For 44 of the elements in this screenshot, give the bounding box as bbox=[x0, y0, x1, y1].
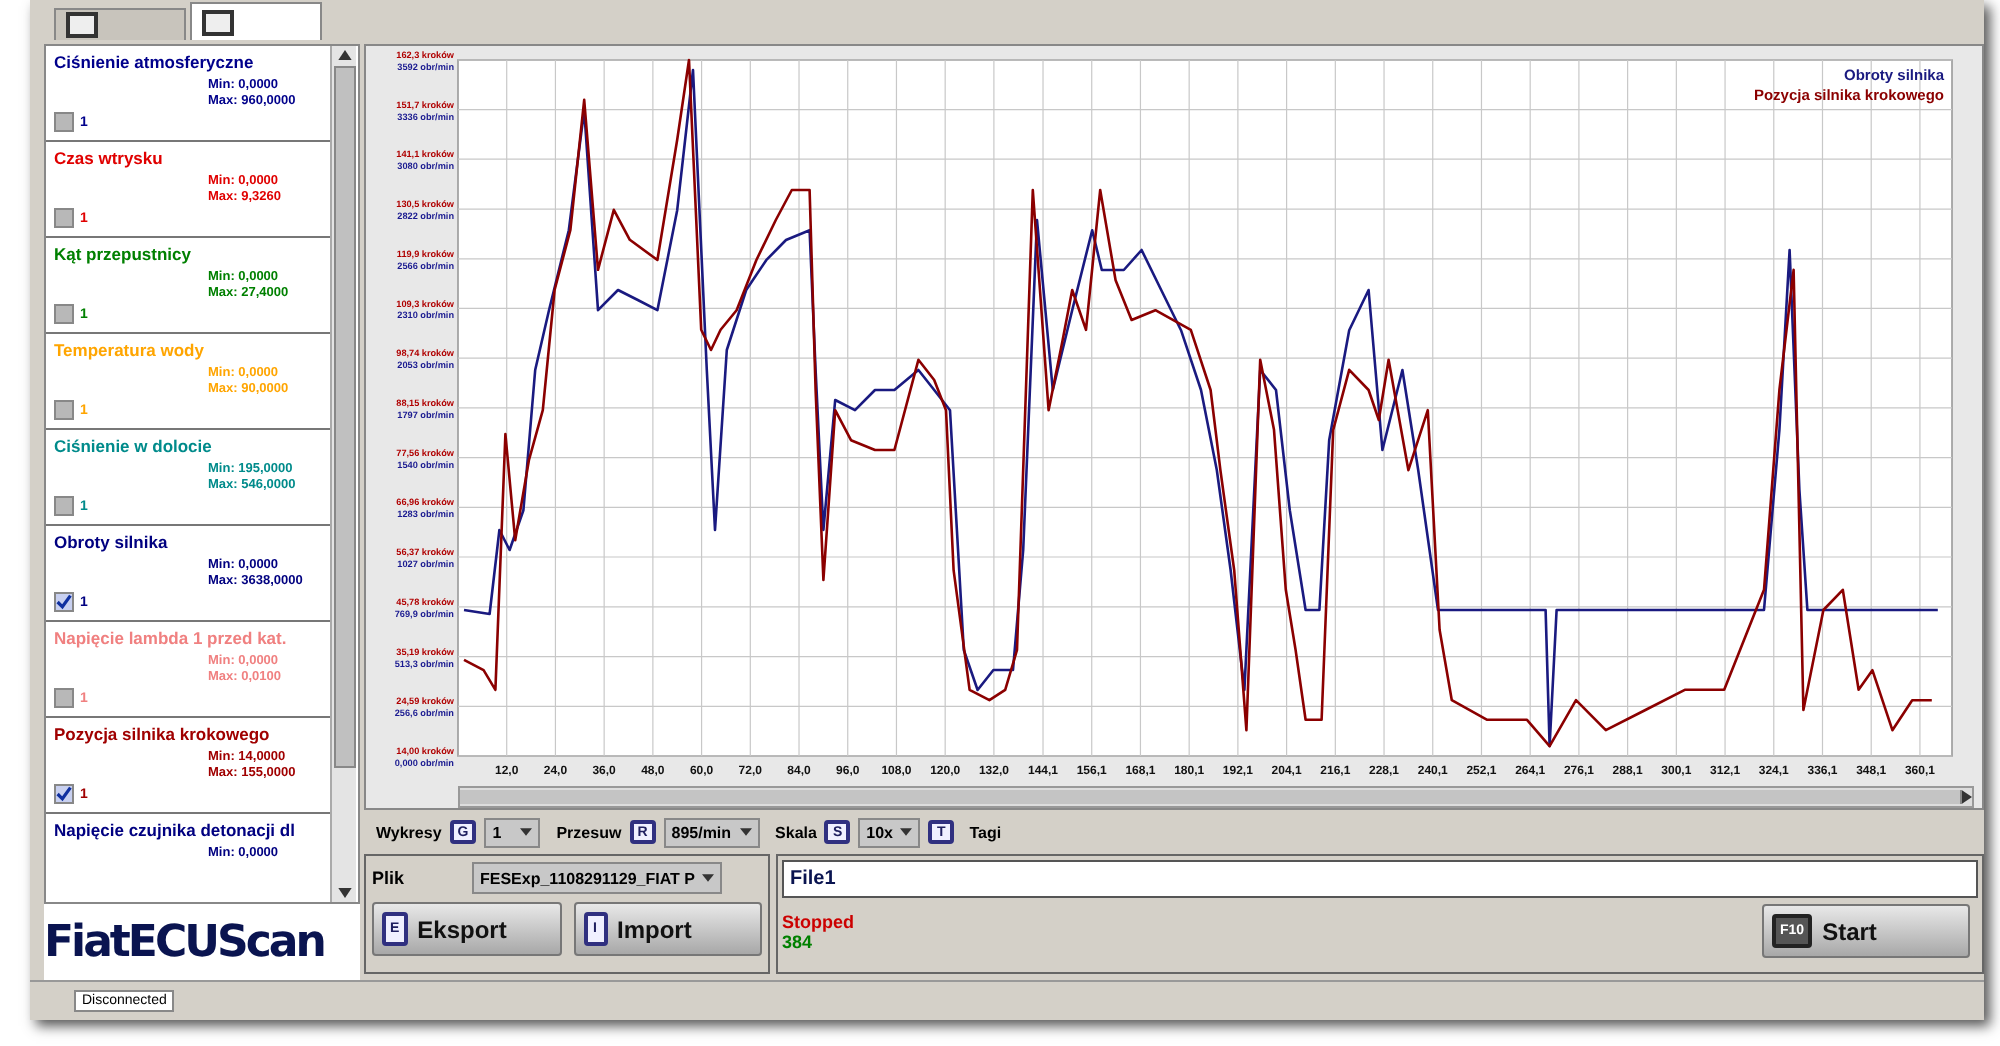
sensor-name: Temperatura wody bbox=[54, 340, 206, 360]
checkbox[interactable] bbox=[54, 688, 74, 708]
checkbox[interactable] bbox=[54, 304, 74, 324]
checkbox[interactable] bbox=[54, 496, 74, 516]
caret-icon bbox=[739, 828, 752, 836]
caret-icon bbox=[520, 828, 533, 836]
scroll-thumb[interactable] bbox=[333, 66, 355, 768]
sensor-name: Kąt przepustnicy bbox=[54, 244, 193, 264]
window-icon bbox=[202, 9, 234, 35]
file-dropdown[interactable]: FESExp_1108291129_FIAT P bbox=[472, 862, 723, 894]
dropdown[interactable]: 10x bbox=[858, 817, 921, 847]
file-name-field[interactable]: File1 bbox=[782, 860, 1978, 898]
sensor-name: Napięcie lambda 1 przed kat. bbox=[54, 628, 289, 648]
dropdown[interactable]: 895/min bbox=[663, 817, 760, 847]
checkbox[interactable] bbox=[54, 784, 74, 804]
checkbox[interactable] bbox=[54, 592, 74, 612]
sensor-name: Ciśnienie w dolocie bbox=[54, 436, 214, 456]
scrollbar[interactable] bbox=[330, 46, 356, 902]
status-text: Stopped bbox=[782, 911, 854, 931]
checkbox[interactable] bbox=[54, 400, 74, 420]
control-label: Przesuw bbox=[556, 823, 622, 841]
checkbox[interactable] bbox=[54, 208, 74, 228]
tab[interactable] bbox=[54, 8, 186, 40]
scrollbar[interactable] bbox=[458, 786, 1974, 808]
sensor-name: Obroty silnika bbox=[54, 532, 170, 552]
sensor-name: Napięcie czujnika detonacji dl bbox=[54, 820, 297, 840]
sensor-name: Czas wtrysku bbox=[54, 148, 165, 168]
scroll-thumb[interactable] bbox=[460, 790, 1962, 804]
caret-icon bbox=[702, 874, 715, 882]
checkbox[interactable] bbox=[54, 112, 74, 132]
scroll-down-icon[interactable] bbox=[337, 888, 351, 898]
scroll-up-icon[interactable] bbox=[337, 50, 351, 60]
tab[interactable] bbox=[190, 2, 322, 40]
logo: FiatECUScan bbox=[44, 904, 360, 980]
control-label: Tagi bbox=[969, 823, 1002, 841]
sample-count: 384 bbox=[782, 931, 813, 951]
control-label: Wykresy bbox=[376, 823, 442, 841]
caret-icon bbox=[900, 828, 913, 836]
file-label: Plik bbox=[372, 868, 407, 888]
sensor-name: Pozycja silnika krokowego bbox=[54, 724, 272, 744]
window-icon bbox=[66, 12, 98, 38]
sensor-name: Ciśnienie atmosferyczne bbox=[54, 52, 256, 72]
control-label: Skala bbox=[775, 823, 817, 841]
dropdown[interactable]: 1 bbox=[484, 817, 541, 847]
